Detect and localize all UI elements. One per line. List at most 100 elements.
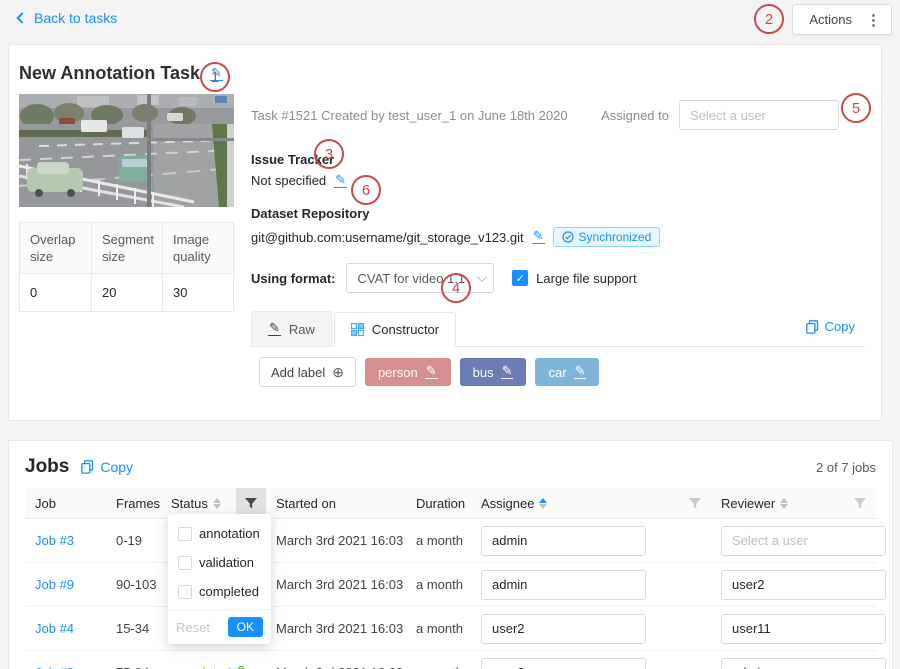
filter-option-completed[interactable]: completed <box>168 577 271 606</box>
annotation-circle-5: 5 <box>841 93 871 123</box>
format-select[interactable]: CVAT for video 1.1 <box>346 263 495 293</box>
assignee-sort-icon[interactable] <box>539 498 547 509</box>
annotation-circle-6: 6 <box>351 175 381 205</box>
filter-option-label: annotation <box>199 526 260 541</box>
column-header-assignee[interactable]: Assignee <box>471 488 711 518</box>
assignee-input[interactable] <box>481 614 646 644</box>
labels-copy-button[interactable]: Copy <box>806 319 855 334</box>
filter-option-annotation[interactable]: annotation <box>168 519 271 548</box>
annotation-circle-3: 3 <box>314 139 344 169</box>
job-duration: a month <box>406 577 471 592</box>
column-header-started: Started on <box>266 488 406 518</box>
filter-funnel-icon <box>245 498 257 509</box>
edit-repository-icon[interactable]: ✎ <box>532 230 545 244</box>
actions-button[interactable]: Actions ⋮ <box>792 4 892 35</box>
job-status-completed: completed ? <box>171 665 236 669</box>
large-file-checkbox[interactable]: ✓ <box>512 270 528 286</box>
assigned-to-input[interactable] <box>679 100 839 130</box>
reviewer-header-label: Reviewer <box>721 496 775 511</box>
edit-label-person-icon[interactable]: ✎ <box>425 365 438 379</box>
filter-reset-button[interactable]: Reset <box>176 620 210 635</box>
labels-copy-label: Copy <box>825 319 855 334</box>
copy-icon <box>81 460 94 474</box>
reviewer-input[interactable] <box>721 614 886 644</box>
job-link[interactable]: Job #9 <box>35 577 74 592</box>
sync-badge-label: Synchronized <box>579 230 652 244</box>
plus-circle-icon: ⊕ <box>332 365 344 379</box>
jobs-copy-label: Copy <box>100 459 133 475</box>
param-header-segment: Segment size <box>91 223 162 274</box>
annotation-circle-1: 1 <box>200 62 230 92</box>
back-to-tasks-link[interactable]: Back to tasks <box>18 10 117 26</box>
status-filter-dropdown: annotation validation completed Reset OK <box>168 514 271 644</box>
reviewer-input[interactable] <box>721 570 886 600</box>
jobs-copy-button[interactable]: Copy <box>81 459 133 475</box>
edit-label-bus-icon[interactable]: ✎ <box>501 365 514 379</box>
edit-label-car-icon[interactable]: ✎ <box>574 365 587 379</box>
reviewer-input[interactable] <box>721 658 886 669</box>
label-chip-person[interactable]: person ✎ <box>365 358 451 386</box>
build-blocks-icon <box>351 323 364 336</box>
job-frames: 90-103 <box>106 577 161 592</box>
assignee-input[interactable] <box>481 526 646 556</box>
reviewer-sort-icon[interactable] <box>780 498 788 509</box>
reviewer-input[interactable] <box>721 526 886 556</box>
task-parameters-table: Overlap size Segment size Image quality … <box>19 222 234 312</box>
assignee-input[interactable] <box>481 570 646 600</box>
jobs-table-header: Job Frames Status Started on Duration As… <box>25 488 876 519</box>
question-circle-icon[interactable]: ? <box>237 666 245 669</box>
job-started: March 3rd 2021 16:03 <box>266 577 406 592</box>
status-text: completed <box>171 665 231 669</box>
task-preview-image <box>19 94 234 207</box>
label-chip-car-text: car <box>548 365 566 380</box>
param-header-overlap: Overlap size <box>20 223 91 274</box>
filter-option-label: completed <box>199 584 259 599</box>
assignee-input[interactable] <box>481 658 646 669</box>
back-to-tasks-label: Back to tasks <box>34 10 117 26</box>
job-link[interactable]: Job #4 <box>35 621 74 636</box>
more-vertical-icon[interactable]: ⋮ <box>866 11 881 29</box>
tab-constructor[interactable]: Constructor <box>334 312 456 347</box>
large-file-label: Large file support <box>536 271 636 286</box>
filter-ok-button[interactable]: OK <box>228 617 263 637</box>
tab-raw[interactable]: ✎ Raw <box>251 311 332 346</box>
annotation-circle-4: 4 <box>441 273 471 303</box>
label-chip-car[interactable]: car ✎ <box>535 358 599 386</box>
column-header-reviewer[interactable]: Reviewer <box>711 488 876 518</box>
job-frames: 75-94 <box>106 665 161 669</box>
check-circle-icon <box>562 231 574 243</box>
label-chip-bus-text: bus <box>473 365 494 380</box>
annotation-checkbox[interactable] <box>178 527 192 541</box>
add-label-text: Add label <box>271 365 325 380</box>
task-title: New Annotation Task <box>19 63 200 84</box>
dataset-repository-label: Dataset Repository <box>251 206 865 221</box>
repository-url: git@github.com:username/git_storage_v123… <box>251 230 524 245</box>
label-chip-bus[interactable]: bus ✎ <box>460 358 527 386</box>
validation-checkbox[interactable] <box>178 556 192 570</box>
sync-status-badge: Synchronized <box>553 227 661 247</box>
task-meta: Task #1521 Created by test_user_1 on Jun… <box>251 108 568 123</box>
jobs-card: Jobs Copy 2 of 7 jobs Job Frames Status … <box>8 440 893 669</box>
completed-checkbox[interactable] <box>178 585 192 599</box>
add-label-button[interactable]: Add label ⊕ <box>259 357 356 387</box>
reviewer-filter-icon[interactable] <box>854 498 866 509</box>
jobs-title: Jobs <box>25 456 69 478</box>
filter-option-label: validation <box>199 555 254 570</box>
back-arrow-icon <box>16 12 27 23</box>
task-details-card: New Annotation Task ✎ <box>8 44 882 421</box>
tab-constructor-label: Constructor <box>372 322 439 337</box>
job-row: Job #3 0-19 March 3rd 2021 16:03 a month <box>25 519 876 563</box>
job-link[interactable]: Job #8 <box>35 665 74 669</box>
column-header-frames: Frames <box>106 488 161 518</box>
status-header-label: Status <box>171 496 208 511</box>
param-value-overlap: 0 <box>20 274 91 311</box>
job-frames: 0-19 <box>106 533 161 548</box>
job-row: Job #9 90-103 March 3rd 2021 16:03 a mon… <box>25 563 876 607</box>
edit-issue-tracker-icon[interactable]: ✎ <box>334 174 347 188</box>
filter-option-validation[interactable]: validation <box>168 548 271 577</box>
param-value-segment: 20 <box>91 274 162 311</box>
issue-tracker-value: Not specified <box>251 173 326 188</box>
job-link[interactable]: Job #3 <box>35 533 74 548</box>
status-sort-icon[interactable] <box>213 498 221 509</box>
assignee-filter-icon[interactable] <box>689 498 701 509</box>
